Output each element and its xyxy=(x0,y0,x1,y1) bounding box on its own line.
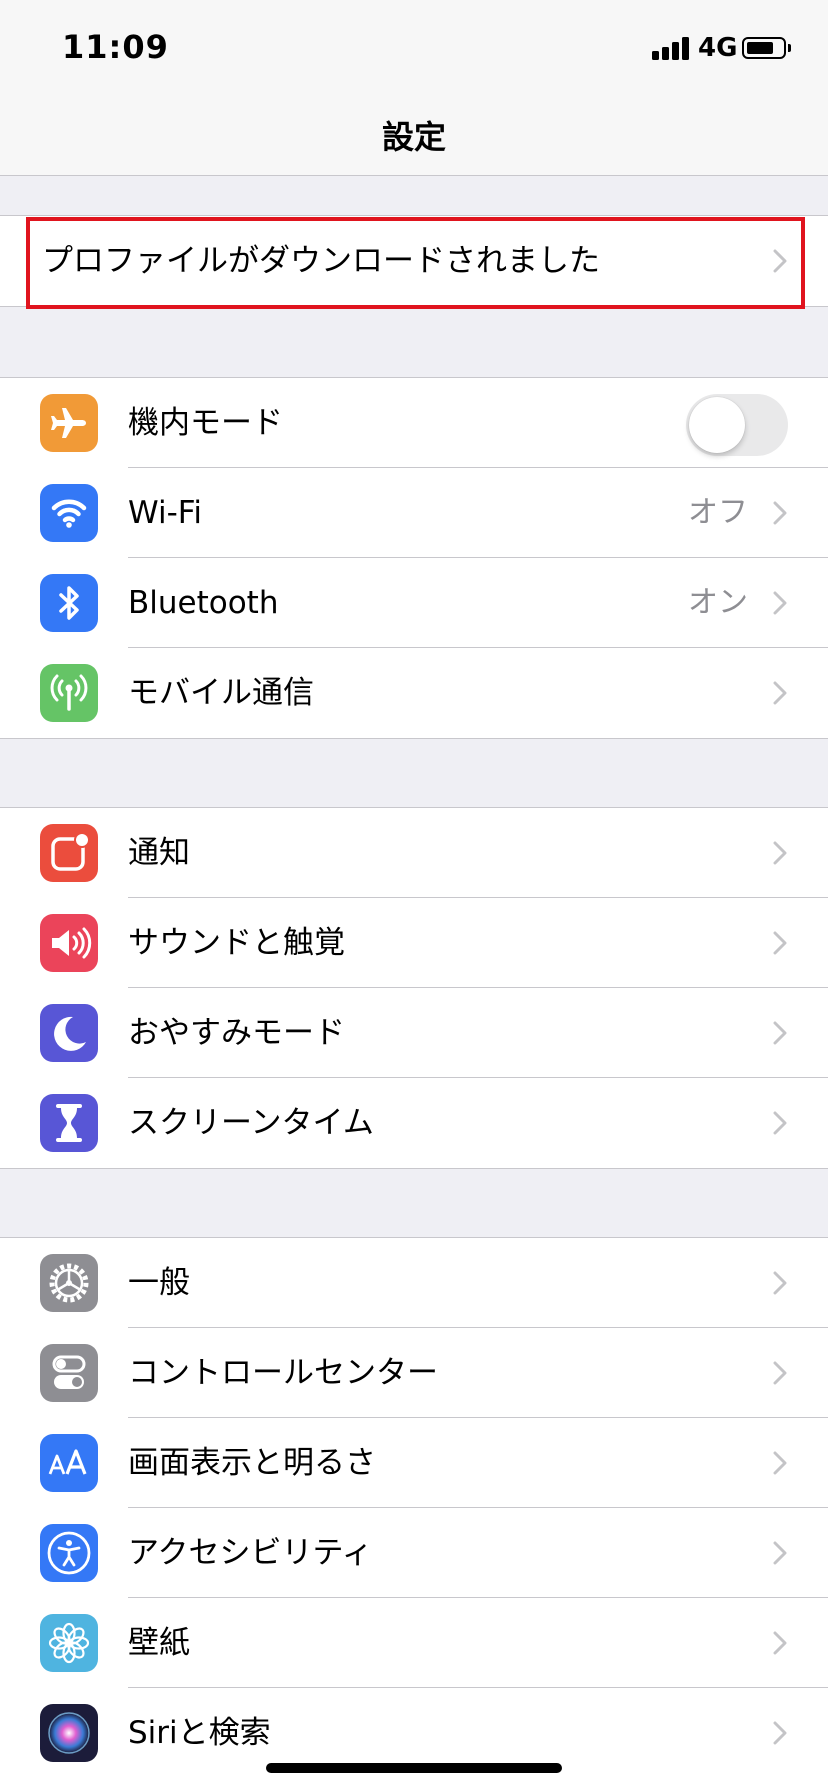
chevron-right-icon xyxy=(772,1541,788,1565)
do-not-disturb-row[interactable]: おやすみモード xyxy=(0,988,828,1078)
control-center-label: コントロールセンター xyxy=(128,1355,438,1391)
moon-icon xyxy=(40,1004,98,1062)
chevron-right-icon xyxy=(772,501,788,525)
switches-icon xyxy=(40,1344,98,1402)
airplane-mode-label: 機内モード xyxy=(128,405,283,441)
cellular-row[interactable]: モバイル通信 xyxy=(0,648,828,738)
chevron-right-icon xyxy=(772,591,788,615)
status-time: 11:09 xyxy=(62,28,169,66)
airplane-mode-row: 機内モード xyxy=(0,378,828,468)
airplane-icon xyxy=(40,394,98,452)
general-group: 一般 コントロールセンター 画面表示と明るさ アクセシビリティ 壁紙 Siriと… xyxy=(0,1237,828,1792)
siri-icon xyxy=(40,1704,98,1762)
general-row[interactable]: 一般 xyxy=(0,1238,828,1328)
wallpaper-label: 壁紙 xyxy=(128,1625,190,1661)
chevron-right-icon xyxy=(772,681,788,705)
wifi-row[interactable]: Wi-Fi オフ xyxy=(0,468,828,558)
sounds-row[interactable]: サウンドと触覚 xyxy=(0,898,828,988)
battery-icon xyxy=(742,37,791,59)
notifications-label: 通知 xyxy=(128,835,190,871)
chevron-right-icon xyxy=(772,1361,788,1385)
accessibility-row[interactable]: アクセシビリティ xyxy=(0,1508,828,1598)
antenna-icon xyxy=(40,664,98,722)
navigation-bar: 設定 xyxy=(0,92,828,176)
chevron-right-icon xyxy=(772,1021,788,1045)
text-size-icon xyxy=(40,1434,98,1492)
notifications-group: 通知 サウンドと触覚 おやすみモード スクリーンタイム xyxy=(0,807,828,1169)
notifications-row[interactable]: 通知 xyxy=(0,808,828,898)
siri-search-label: Siriと検索 xyxy=(128,1715,271,1751)
display-brightness-row[interactable]: 画面表示と明るさ xyxy=(0,1418,828,1508)
connectivity-group: 機内モード Wi-Fi オフ Bluetooth オン モバイル通信 xyxy=(0,377,828,739)
wifi-icon xyxy=(40,484,98,542)
chevron-right-icon xyxy=(772,1111,788,1135)
accessibility-icon xyxy=(40,1524,98,1582)
notifications-icon xyxy=(40,824,98,882)
page-title: 設定 xyxy=(381,118,446,156)
accessibility-label: アクセシビリティ xyxy=(128,1535,373,1571)
chevron-right-icon xyxy=(772,841,788,865)
chevron-right-icon xyxy=(772,1631,788,1655)
speaker-icon xyxy=(40,914,98,972)
general-label: 一般 xyxy=(128,1265,190,1301)
chevron-right-icon xyxy=(772,1271,788,1295)
hourglass-icon xyxy=(40,1094,98,1152)
bluetooth-value: オン xyxy=(688,585,748,620)
sounds-label: サウンドと触覚 xyxy=(128,925,345,961)
bluetooth-label: Bluetooth xyxy=(128,585,279,621)
control-center-row[interactable]: コントロールセンター xyxy=(0,1328,828,1418)
wallpaper-row[interactable]: 壁紙 xyxy=(0,1598,828,1688)
network-type: 4G xyxy=(698,33,738,63)
cellular-signal-icon xyxy=(652,36,692,60)
cellular-label: モバイル通信 xyxy=(128,675,314,711)
gear-icon xyxy=(40,1254,98,1312)
status-bar: 11:09 4G xyxy=(0,0,828,92)
screen-time-label: スクリーンタイム xyxy=(128,1105,374,1141)
wifi-value: オフ xyxy=(688,495,748,530)
display-brightness-label: 画面表示と明るさ xyxy=(128,1445,376,1481)
home-indicator[interactable] xyxy=(266,1763,562,1773)
highlight-box xyxy=(26,217,805,309)
chevron-right-icon xyxy=(772,931,788,955)
airplane-mode-toggle[interactable] xyxy=(686,394,788,456)
do-not-disturb-label: おやすみモード xyxy=(128,1015,345,1051)
chevron-right-icon xyxy=(772,1451,788,1475)
flower-icon xyxy=(40,1614,98,1672)
chevron-right-icon xyxy=(772,1721,788,1745)
wifi-label: Wi-Fi xyxy=(128,495,202,531)
screen-time-row[interactable]: スクリーンタイム xyxy=(0,1078,828,1168)
bluetooth-icon xyxy=(40,574,98,632)
bluetooth-row[interactable]: Bluetooth オン xyxy=(0,558,828,648)
